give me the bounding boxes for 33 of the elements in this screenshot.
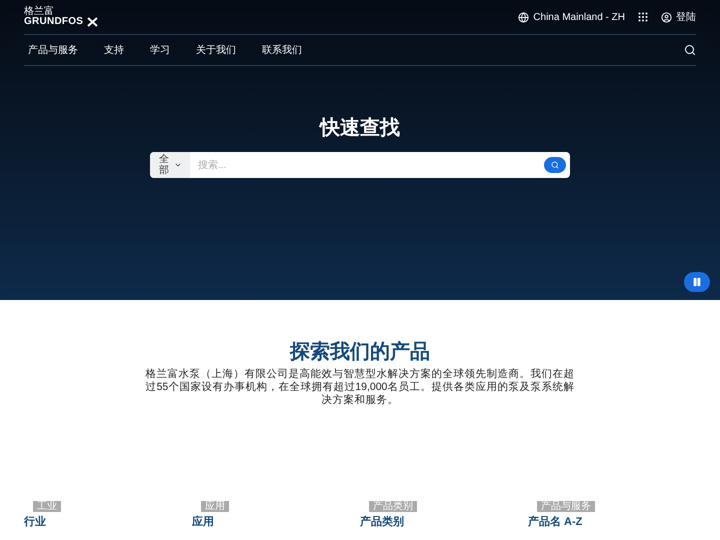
card-title: 行业 bbox=[24, 517, 46, 528]
search-button[interactable] bbox=[544, 157, 566, 173]
pause-icon bbox=[692, 277, 702, 287]
hero-title: 快速查找 bbox=[320, 118, 400, 138]
login-link[interactable]: 登陆 bbox=[661, 10, 696, 24]
section-description: 格兰富水泵（上海）有限公司是高能效与智慧型水解决方案的全球领先制造商。我们在超过55个国家设有办事机构，在全球拥有超过19,000名员工。提供各类应用的泵及泵系统解决方案和服务。 bbox=[145, 368, 575, 407]
nav-link[interactable]: 关于我们 bbox=[196, 42, 236, 58]
category-tag: 应用 bbox=[201, 501, 229, 512]
section-title: 探索我们的产品 bbox=[290, 342, 430, 362]
category-tag: 产品与服务 bbox=[537, 501, 595, 512]
apps-grid-icon[interactable] bbox=[637, 11, 649, 23]
category-tag: 工业 bbox=[33, 501, 61, 512]
card-title: 应用 bbox=[192, 517, 214, 528]
logo-chinese-text: 格兰富 bbox=[24, 7, 55, 17]
category-dropdown[interactable]: 全部 bbox=[150, 152, 190, 178]
logo-x-icon bbox=[87, 16, 98, 26]
region-selector[interactable]: China Mainland - ZH bbox=[518, 10, 625, 24]
nav-link[interactable]: 支持 bbox=[104, 42, 124, 58]
user-icon bbox=[661, 12, 672, 22]
globe-icon bbox=[518, 12, 530, 22]
caret-icon bbox=[174, 161, 182, 169]
card-title: 产品名 A-Z bbox=[528, 517, 582, 528]
nav-link[interactable]: 产品与服务 bbox=[28, 42, 78, 58]
logo-wordmark: GRUNDFOS bbox=[24, 17, 84, 27]
search-bar[interactable]: 全部 搜索... bbox=[150, 152, 570, 178]
nav-link[interactable]: 学习 bbox=[150, 42, 170, 58]
category-tag: 产品类别 bbox=[369, 501, 417, 512]
nav-link[interactable]: 联系我们 bbox=[262, 42, 302, 58]
pause-button[interactable] bbox=[684, 272, 710, 292]
search-icon bbox=[551, 161, 559, 169]
search-icon[interactable] bbox=[684, 44, 696, 56]
search-input[interactable]: 搜索... bbox=[190, 152, 544, 178]
card-title: 产品类别 bbox=[360, 517, 404, 528]
